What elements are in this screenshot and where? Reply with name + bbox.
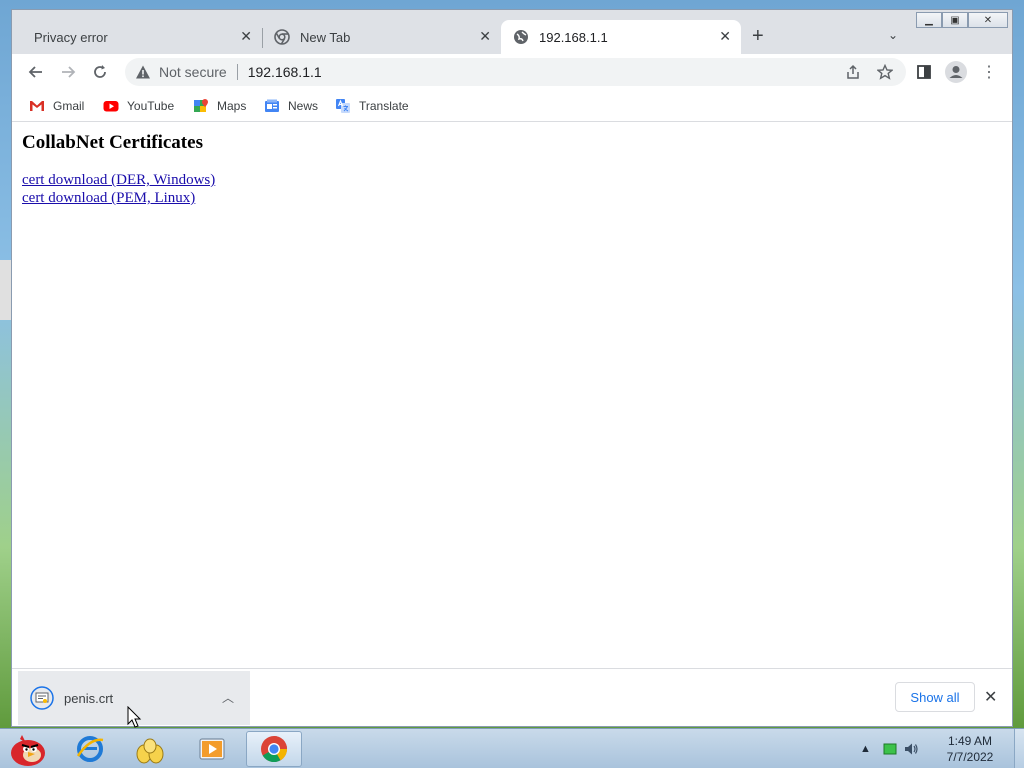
omnibox-divider bbox=[236, 64, 238, 80]
show-hidden-icons-icon[interactable]: ▲ bbox=[860, 743, 871, 755]
taskbar: ▲ 1:49 AM 7/7/2022 bbox=[0, 728, 1024, 768]
news-icon bbox=[264, 98, 280, 114]
close-download-shelf-icon[interactable]: ✕ bbox=[984, 687, 997, 707]
chrome-taskbar-button[interactable] bbox=[246, 731, 302, 767]
share-icon[interactable] bbox=[841, 60, 865, 84]
minimize-button[interactable]: ▁ bbox=[916, 12, 942, 28]
chevron-up-icon[interactable]: ︿ bbox=[222, 689, 234, 706]
close-window-button[interactable]: ✕ bbox=[968, 12, 1008, 28]
tab-strip: Privacy error ✕ New Tab ✕ 192.168.1.1 ✕ … bbox=[12, 10, 1012, 54]
translate-icon bbox=[335, 98, 351, 114]
network-icon[interactable] bbox=[883, 742, 897, 756]
page-content: CollabNet Certificates cert download (DE… bbox=[12, 123, 1012, 668]
maximize-button[interactable]: ▣ bbox=[942, 12, 968, 28]
bookmark-youtube[interactable]: YouTube bbox=[103, 98, 174, 114]
globe-icon bbox=[513, 29, 529, 45]
cert-download-der-link[interactable]: cert download (DER, Windows) bbox=[22, 172, 215, 189]
page-heading: CollabNet Certificates bbox=[22, 132, 203, 153]
bookmark-label: YouTube bbox=[127, 99, 175, 113]
gmail-icon bbox=[29, 98, 45, 114]
tab-privacy-error[interactable]: Privacy error ✕ bbox=[12, 20, 262, 54]
show-desktop-button[interactable] bbox=[1014, 729, 1024, 768]
bookmark-news[interactable]: News bbox=[264, 98, 318, 114]
reload-button[interactable] bbox=[88, 60, 112, 84]
angry-bird-icon bbox=[11, 735, 45, 766]
warning-icon[interactable] bbox=[135, 64, 151, 80]
mouse-cursor-icon bbox=[127, 706, 142, 728]
download-file-name: penis.crt bbox=[64, 690, 114, 706]
certificate-file-icon bbox=[30, 686, 54, 710]
clock-date: 7/7/2022 bbox=[946, 750, 994, 764]
media-player-icon[interactable] bbox=[184, 731, 240, 767]
close-icon[interactable]: ✕ bbox=[479, 28, 491, 45]
volume-icon[interactable] bbox=[903, 741, 919, 757]
tab-title: New Tab bbox=[300, 29, 351, 45]
menu-kebab-icon[interactable]: ⋮ bbox=[977, 60, 1001, 84]
new-tab-button[interactable]: + bbox=[752, 26, 764, 46]
back-button[interactable] bbox=[24, 60, 48, 84]
tab-new-tab[interactable]: New Tab ✕ bbox=[263, 20, 501, 54]
security-status[interactable]: Not secure bbox=[159, 64, 227, 80]
start-button[interactable] bbox=[0, 731, 52, 767]
tab-title: Privacy error bbox=[34, 29, 108, 45]
profile-avatar[interactable] bbox=[944, 60, 968, 84]
bookmark-maps[interactable]: Maps bbox=[193, 98, 246, 114]
chrome-icon bbox=[274, 29, 290, 45]
side-panel-icon[interactable] bbox=[912, 60, 936, 84]
forward-button[interactable] bbox=[56, 60, 80, 84]
maps-icon bbox=[193, 98, 209, 114]
bookmark-translate[interactable]: Translate bbox=[335, 98, 409, 114]
bookmark-label: News bbox=[288, 99, 319, 113]
bookmarks-bar: Gmail YouTube Maps News Translate bbox=[12, 90, 1012, 122]
close-icon[interactable]: ✕ bbox=[719, 28, 731, 45]
tab-search-chevron-icon[interactable]: ⌄ bbox=[888, 28, 898, 42]
chrome-icon bbox=[261, 736, 288, 763]
cert-download-pem-link[interactable]: cert download (PEM, Linux) bbox=[22, 190, 195, 207]
youtube-icon bbox=[103, 98, 119, 114]
clock-time: 1:49 AM bbox=[947, 734, 993, 748]
bookmark-star-icon[interactable] bbox=[873, 60, 897, 84]
bookmark-label: Maps bbox=[217, 99, 247, 113]
taskbar-clock[interactable]: 1:49 AM 7/7/2022 bbox=[938, 733, 1002, 765]
address-bar[interactable]: Not secure 192.168.1.1 bbox=[125, 58, 906, 86]
url-text[interactable]: 192.168.1.1 bbox=[248, 64, 322, 80]
tab-192-168-1-1[interactable]: 192.168.1.1 ✕ bbox=[501, 20, 741, 54]
close-icon[interactable]: ✕ bbox=[240, 28, 252, 45]
navigation-toolbar: Not secure 192.168.1.1 ⋮ bbox=[12, 54, 1012, 90]
internet-explorer-icon[interactable] bbox=[62, 731, 118, 767]
bookmark-label: Gmail bbox=[53, 99, 85, 113]
bookmark-label: Translate bbox=[359, 99, 409, 113]
browser-window: Privacy error ✕ New Tab ✕ 192.168.1.1 ✕ … bbox=[11, 9, 1013, 727]
download-shelf: penis.crt ︿ Show all ✕ bbox=[12, 668, 1012, 726]
show-all-button[interactable]: Show all bbox=[895, 682, 975, 712]
tab-title: 192.168.1.1 bbox=[539, 29, 608, 45]
bookmark-gmail[interactable]: Gmail bbox=[29, 98, 84, 114]
system-tray: ▲ bbox=[860, 729, 919, 768]
file-explorer-icon[interactable] bbox=[122, 731, 178, 767]
